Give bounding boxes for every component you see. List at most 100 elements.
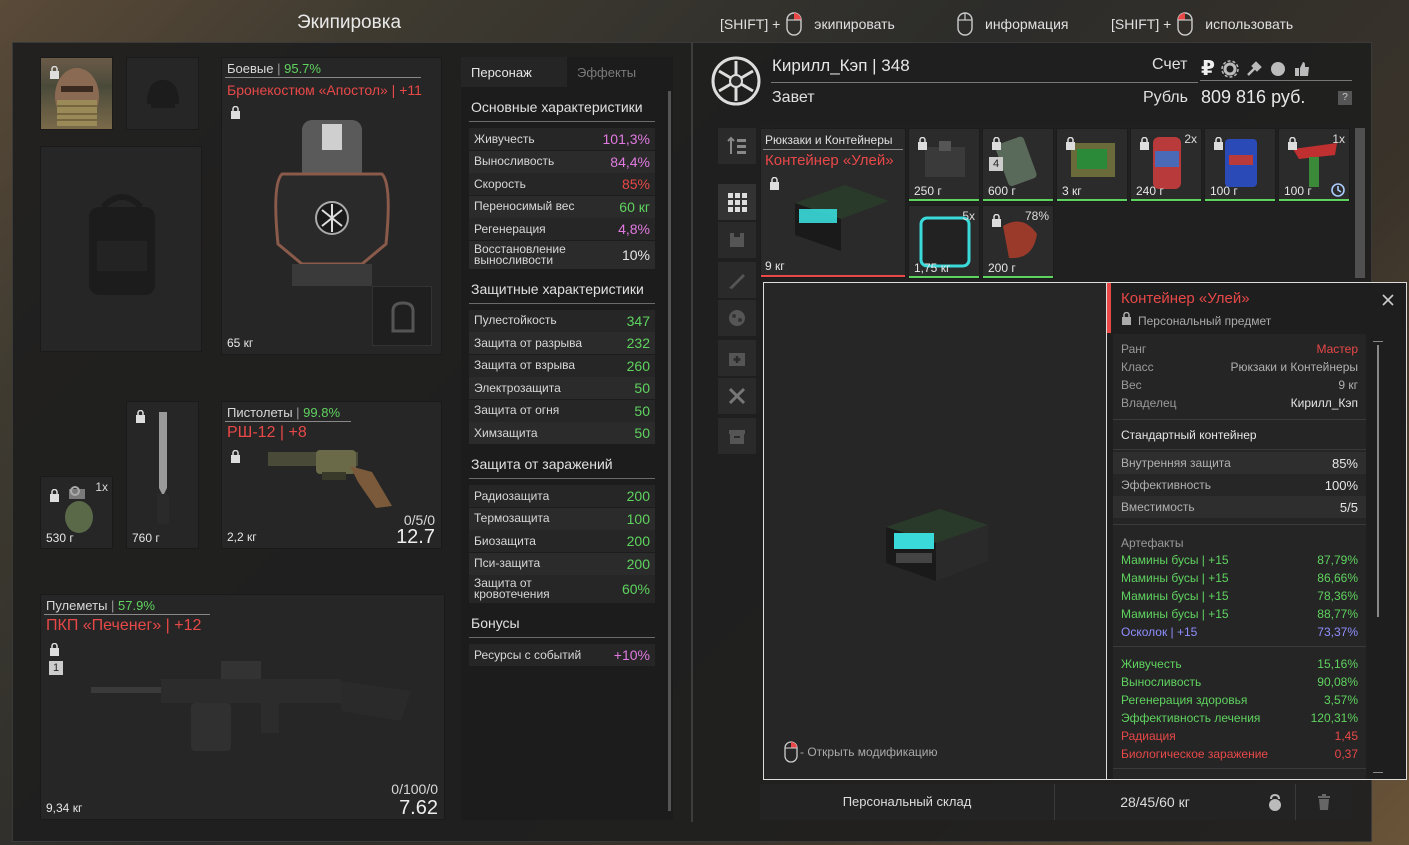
lock-icon: [1121, 311, 1132, 330]
row-label: Мамины бусы | +15: [1121, 589, 1229, 603]
row-label: Осколок | +15: [1121, 625, 1198, 639]
stash-scrollbar[interactable]: [1355, 128, 1365, 278]
sort-button[interactable]: [718, 128, 756, 164]
stat-value: 232: [626, 335, 650, 351]
thumb-icon[interactable]: [1293, 60, 1311, 78]
stats-scrollbar[interactable]: [668, 91, 671, 811]
stat-value: 50: [634, 402, 650, 419]
face-slot[interactable]: [40, 57, 113, 130]
tab-effects[interactable]: Эффекты: [567, 57, 673, 87]
grenade-weight: 530 г: [46, 531, 74, 545]
grid-icon: [728, 193, 747, 212]
stat-value: 50: [634, 380, 650, 396]
armor-container-slot[interactable]: [372, 286, 432, 346]
stat-row: Химзащита 50: [469, 422, 655, 444]
tools-icon: [728, 387, 746, 405]
row-label: Мамины бусы | +15: [1121, 553, 1229, 567]
grenade-slot[interactable]: 1x 530 г: [40, 476, 113, 549]
stat-label: Радиозащита: [474, 488, 550, 503]
stash-item[interactable]: 78% 200 г: [982, 205, 1054, 279]
row-value: 15,16%: [1317, 657, 1358, 671]
armor-durability: 95.7%: [284, 61, 321, 76]
pistol-weight: 2,2 кг: [227, 530, 257, 544]
tooltip-title: Контейнер «Улей»: [1121, 290, 1250, 307]
help-button[interactable]: ?: [1338, 91, 1352, 105]
wrench-icon[interactable]: [1245, 60, 1263, 78]
stat-row: Биозащита 200: [469, 530, 655, 552]
stash-item-count: 78%: [1024, 209, 1049, 223]
delete-button[interactable]: [1295, 784, 1352, 820]
trash-icon: [1318, 794, 1330, 810]
tooltip-list-row: Биологическое заражение 0,37: [1121, 745, 1358, 763]
stash-item[interactable]: 250 г: [908, 128, 980, 202]
stash-footer: Персональный склад 28/45/60 кг: [760, 784, 1352, 820]
mg-weight: 9,34 кг: [46, 801, 83, 815]
stat-row: Регенерация 4,8%: [469, 218, 655, 240]
info-value: 9 кг: [1338, 378, 1358, 392]
stash-item[interactable]: 5x 1,75 кг: [908, 205, 980, 279]
category-artifacts-button[interactable]: [718, 300, 756, 336]
kettlebell-icon: [1269, 793, 1281, 811]
currency-label: Рубль: [1143, 89, 1188, 106]
tooltip-close-button[interactable]: [1379, 291, 1397, 309]
stash-item[interactable]: 3 кг: [1056, 128, 1128, 202]
row-label: Радиация: [1121, 729, 1176, 743]
tooltip-scrollbar[interactable]: [1373, 341, 1383, 773]
stat-value: 10%: [621, 246, 650, 263]
personal-stash-tab[interactable]: Персональный склад: [760, 784, 1055, 820]
category-misc-button[interactable]: [718, 418, 756, 454]
armor-slot[interactable]: Боевые | 95.7% Бронекостюм «Апостол» | +…: [221, 57, 442, 355]
armor-category: Боевые: [227, 61, 274, 76]
tooltip-list-row: Выносливость 90,08%: [1121, 673, 1358, 691]
stat-row: Защита от разрыва 232: [469, 332, 655, 354]
pistol-slot[interactable]: Пистолеты | 99.8% РШ-12 | +8 0/5/0 12.7 …: [221, 401, 442, 549]
gear-icon[interactable]: [1221, 59, 1239, 78]
category-armor-button[interactable]: [718, 222, 756, 258]
info-value: Мастер: [1316, 342, 1358, 356]
row-value: 78,36%: [1317, 589, 1358, 603]
mg-slot[interactable]: Пулеметы | 57.9% ПКП «Печенег» | +12 1 0…: [40, 594, 445, 820]
stash-weight: 28/45/60 кг: [1120, 794, 1190, 810]
category-all-button[interactable]: [718, 184, 756, 220]
compass-icon[interactable]: [1269, 60, 1287, 78]
stat-row: Пулестойкость 347: [469, 309, 655, 332]
stash-item[interactable]: 4 600 г: [982, 128, 1054, 202]
player-name: Кирилл_Кэп | 348: [772, 56, 910, 75]
account-icons: ₽: [1201, 56, 1311, 81]
category-tools-button[interactable]: [718, 378, 756, 414]
stash-item[interactable]: 2x 240 г: [1130, 128, 1202, 202]
stat-value: 200: [626, 555, 650, 572]
tooltip-list-row: Мамины бусы | +15 87,79%: [1121, 551, 1358, 569]
stash-item[interactable]: 1x 100 г: [1278, 128, 1350, 202]
tab-character[interactable]: Персонаж: [461, 57, 567, 87]
stat-label: Химзащита: [474, 425, 538, 440]
row-label: Мамины бусы | +15: [1121, 607, 1229, 621]
hive-container-preview-icon: [886, 509, 988, 581]
info-label: Класс: [1121, 360, 1154, 374]
tooltip-subtitle: Персональный предмет: [1138, 314, 1272, 328]
stat-label: Биозащита: [474, 533, 536, 548]
ruble-icon[interactable]: ₽: [1201, 56, 1215, 81]
lock-icon: [49, 66, 60, 79]
row-value: 87,79%: [1317, 553, 1358, 567]
stash-selected-item[interactable]: Рюкзаки и Контейнеры Контейнер «Улей» 9 …: [760, 128, 906, 278]
helmet-slot[interactable]: [126, 57, 199, 130]
row-label: Регенерация здоровья: [1121, 693, 1248, 707]
armor-weight: 65 кг: [227, 336, 254, 350]
category-weapons-button[interactable]: [718, 262, 756, 298]
mod-hint: - Открыть модификацию: [784, 741, 938, 763]
money-value: 809 816 руб.: [1201, 87, 1306, 107]
hint-equip: [SHIFT] + экипировать: [720, 12, 895, 36]
lock-icon: [917, 137, 928, 150]
knife-slot[interactable]: 760 г: [126, 401, 199, 549]
row-value: 86,66%: [1317, 571, 1358, 585]
category-medicine-button[interactable]: [718, 340, 756, 376]
stash-item-count: 5x: [962, 209, 975, 223]
backpack-slot[interactable]: [40, 146, 202, 352]
stash-item[interactable]: 100 г: [1204, 128, 1276, 202]
prop-label: Вместимость: [1121, 500, 1195, 514]
stat-label: Пси-защита: [474, 556, 541, 570]
stat-row: Скорость 85%: [469, 173, 655, 195]
weight-button[interactable]: [1255, 784, 1295, 820]
machine-gun-icon: [91, 661, 411, 751]
